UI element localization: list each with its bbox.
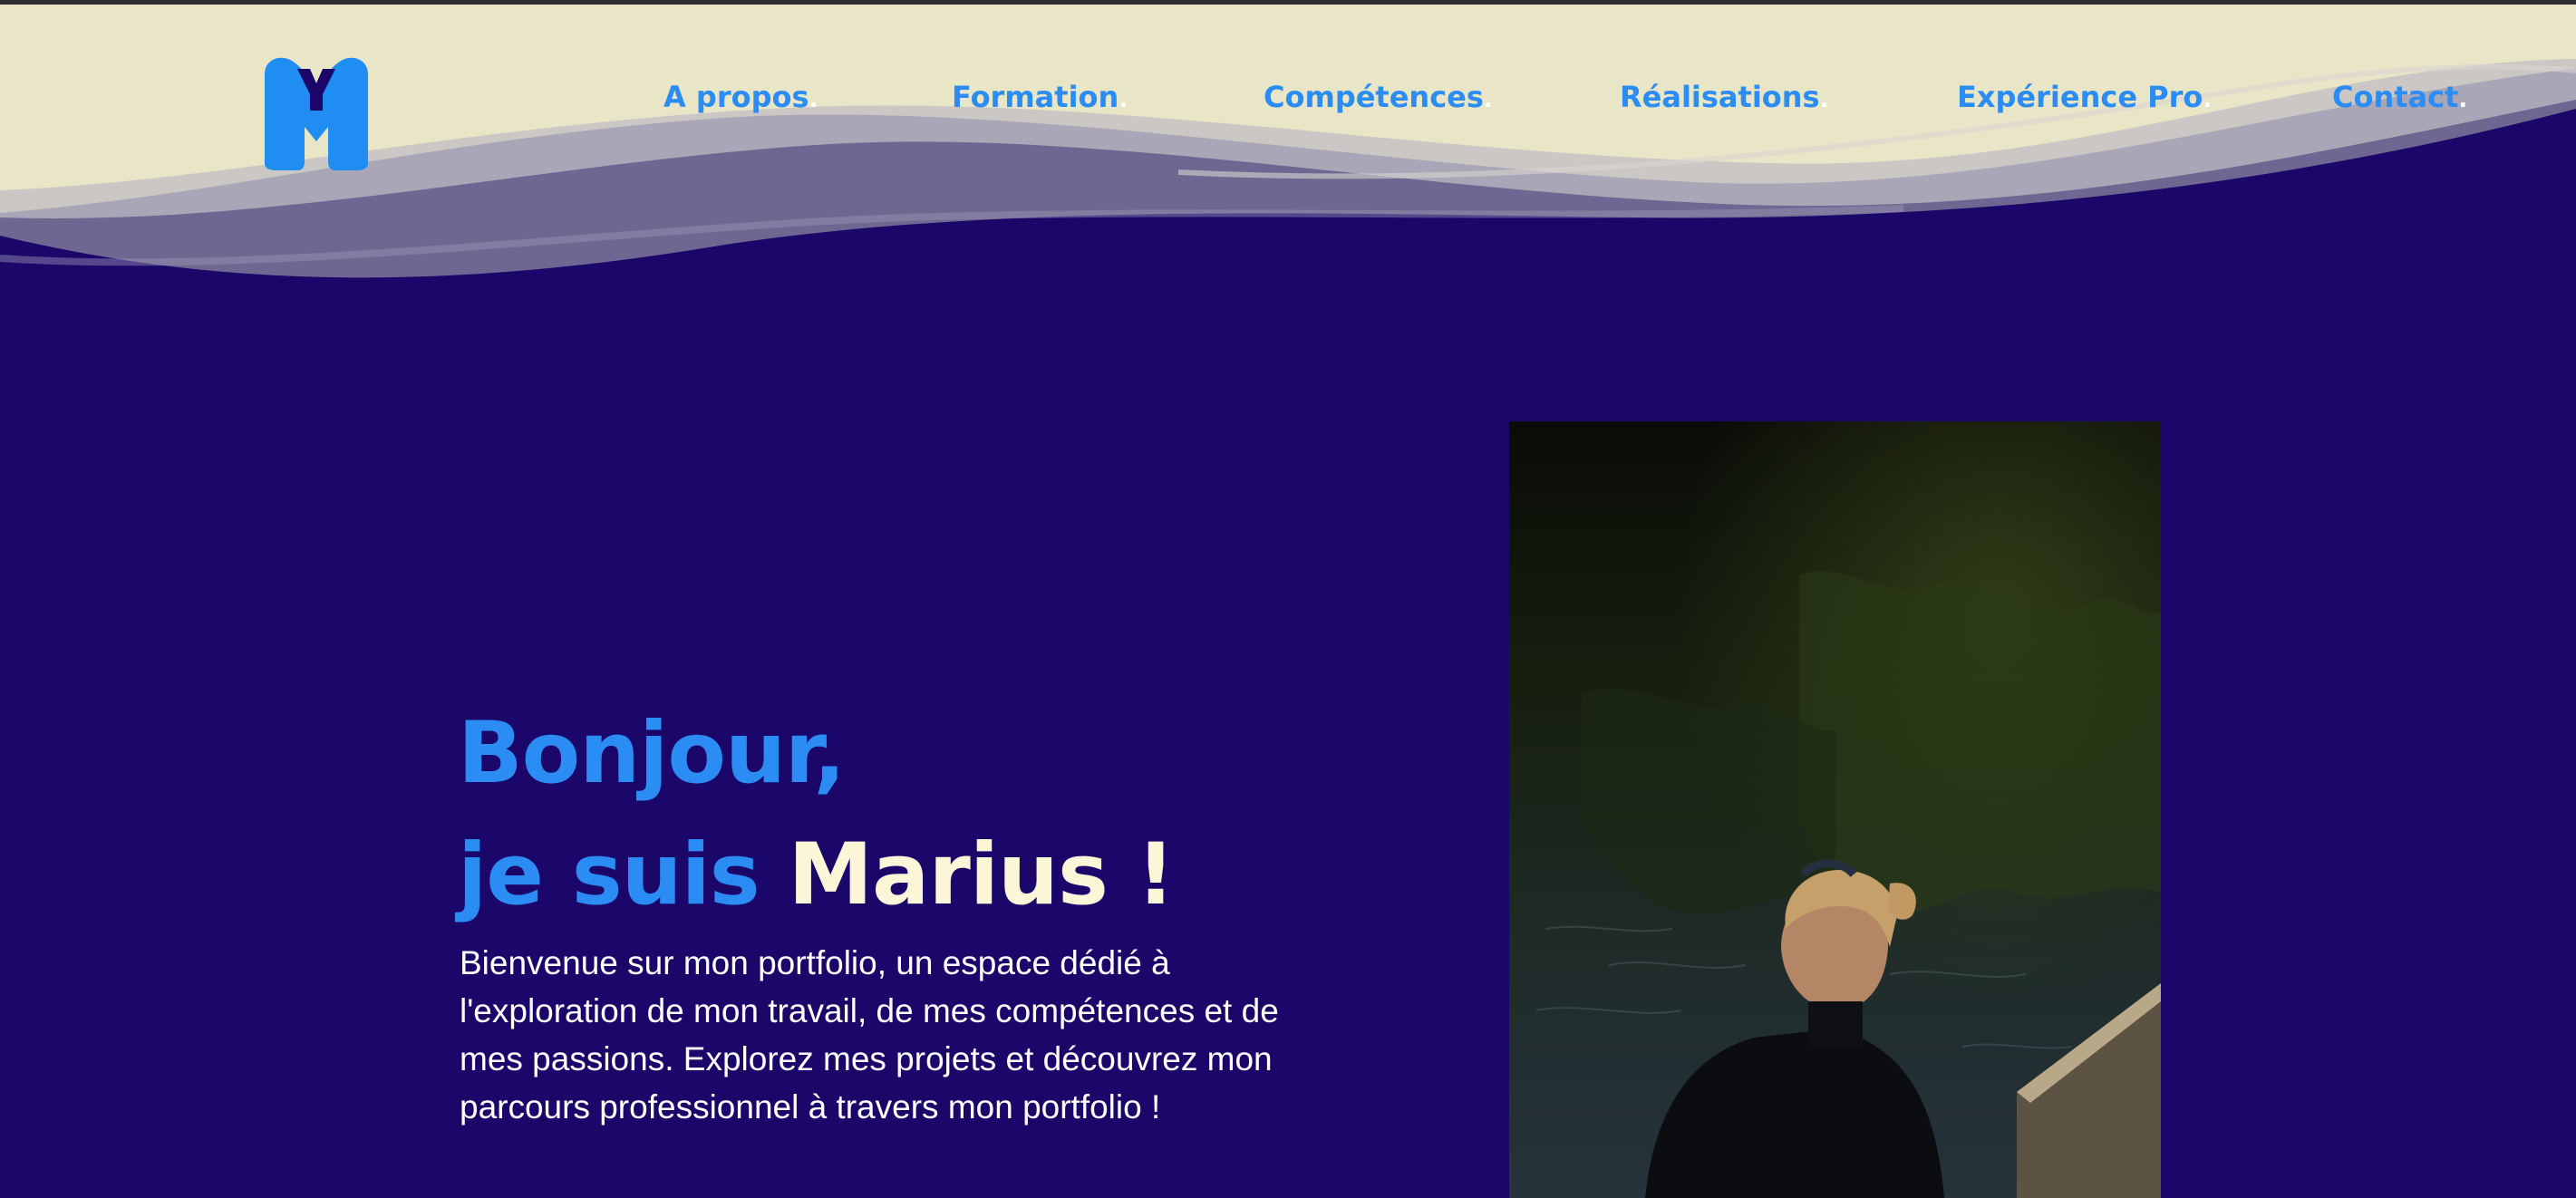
nav-item-label: Expérience Pro bbox=[1957, 80, 2203, 114]
main-navigation: A propos. Formation. Compétences. Réalis… bbox=[0, 76, 2576, 118]
hero-intro-prefix: je suis bbox=[458, 826, 760, 924]
header-wave-background bbox=[0, 0, 2576, 299]
portfolio-page: A propos. Formation. Compétences. Réalis… bbox=[0, 0, 2576, 1198]
nav-item-dot: . bbox=[1483, 86, 1493, 113]
nav-item-formation[interactable]: Formation. bbox=[952, 76, 1128, 121]
hero-greeting: Bonjour, bbox=[458, 704, 846, 803]
hero-intro-text: Bienvenue sur mon portfolio, un espace d… bbox=[460, 944, 1279, 1126]
nav-item-label: A propos bbox=[663, 80, 809, 114]
nav-item-label: Réalisations bbox=[1620, 80, 1820, 114]
nav-item-dot: . bbox=[2458, 86, 2468, 113]
nav-item-label: Formation bbox=[952, 80, 1119, 114]
hero-name: Marius ! bbox=[788, 826, 1175, 924]
nav-item-a-propos[interactable]: A propos. bbox=[663, 76, 818, 121]
nav-item-dot: . bbox=[809, 86, 818, 113]
portrait-photo bbox=[1509, 421, 2161, 1198]
nav-item-dot: . bbox=[1119, 86, 1128, 113]
browser-top-edge bbox=[0, 0, 2576, 5]
nav-item-experience-pro[interactable]: Expérience Pro. bbox=[1957, 76, 2212, 121]
nav-item-realisations[interactable]: Réalisations. bbox=[1620, 76, 1828, 121]
nav-item-competences[interactable]: Compétences. bbox=[1264, 76, 1493, 121]
nav-item-contact[interactable]: Contact. bbox=[2332, 76, 2467, 121]
nav-item-label: Contact bbox=[2332, 80, 2459, 114]
nav-item-label: Compétences bbox=[1264, 80, 1484, 114]
hero-heading: Bonjour, je suis Marius ! bbox=[458, 693, 1176, 936]
nav-item-dot: . bbox=[1819, 86, 1829, 113]
nav-item-dot: . bbox=[2203, 86, 2213, 113]
